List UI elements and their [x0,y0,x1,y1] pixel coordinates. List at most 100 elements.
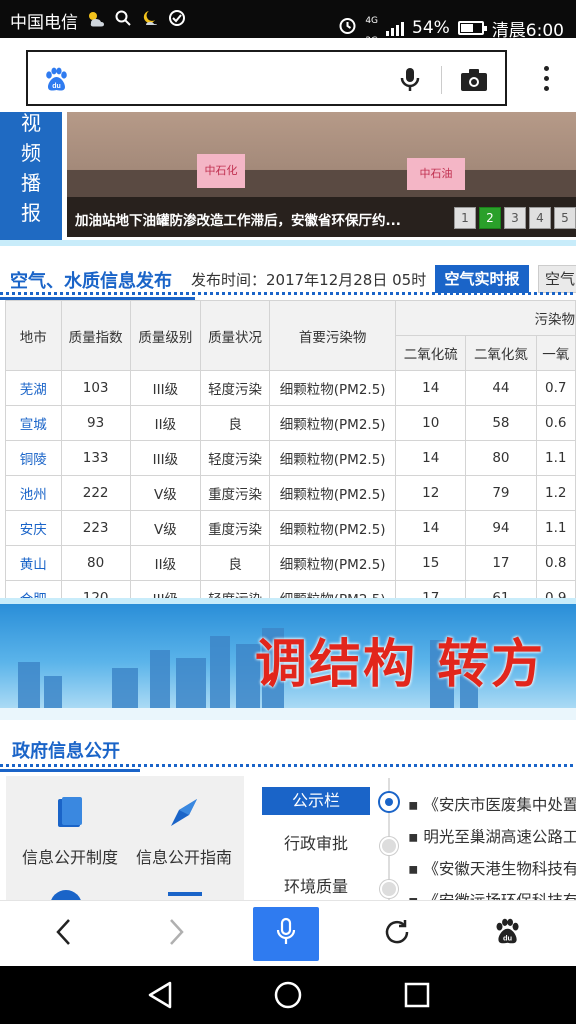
svg-text:du: du [52,83,61,90]
pollutant-cell: 细颗粒物(PM2.5) [269,545,397,581]
info-guide-link[interactable]: 信息公开指南 [132,796,236,868]
back-button[interactable] [28,901,98,967]
status-cell: 良 [199,545,271,581]
video-thumbnail[interactable]: 中石化 中石油 加油站地下油罐防渗改造工作滞后，安徽省环保厅约... 1 2 3… [67,112,576,237]
banner-bottom-band [0,708,576,720]
refresh-icon [382,917,412,951]
voice-search-icon[interactable] [399,66,421,98]
co-cell: 1.1 [535,510,576,546]
publish-time: 发布时间：2017年12月28日 05时 [191,271,427,289]
city-link[interactable]: 铜陵 [5,440,62,476]
co-cell: 0.6 [535,405,576,441]
tab-env-quality[interactable]: 环境质量 [262,873,370,901]
no2-cell: 44 [465,370,537,406]
alarm-icon [338,16,357,40]
header-so2: 二氧化硫 [395,335,467,371]
aqi-cell: 93 [60,405,131,441]
air-tab-button[interactable]: 空气 [538,265,576,293]
header-aqi: 质量指数 [60,300,131,371]
status-cell: 轻度污染 [199,440,271,476]
system-nav-bar [0,966,576,1024]
search-input[interactable]: du [26,50,507,106]
nav-back-icon[interactable] [146,980,174,1014]
no2-cell: 58 [465,405,537,441]
compass-icon [132,796,236,834]
aqi-cell: 133 [60,440,131,476]
no2-cell: 94 [465,510,537,546]
nav-recents-icon[interactable] [403,980,431,1014]
camera-search-icon[interactable] [460,68,488,96]
status-cell: 重度污染 [199,475,271,511]
carousel-pager: 1 2 3 4 5 [454,207,576,229]
pager-button[interactable]: 4 [529,207,551,229]
header-city: 地市 [5,300,62,371]
air-quality-header: 空气、水质信息发布 发布时间：2017年12月28日 05时 空气实时报 空气 [0,255,576,295]
clock: 清晨6:00 [491,20,564,41]
city-link[interactable]: 宣城 [5,405,62,441]
nav-home-icon[interactable] [273,980,303,1014]
level-cell: III级 [129,440,201,476]
video-label-char: 频 [21,141,41,165]
voice-button[interactable] [253,907,319,961]
realtime-air-button[interactable]: 空气实时报 [435,265,529,293]
browser-search-area: du [0,38,576,112]
city-link[interactable]: 安庆 [5,510,62,546]
gov-item-label: 信息公开指南 [135,848,232,867]
co-cell: 0.8 [535,545,576,581]
city-link[interactable]: 黄山 [5,545,62,581]
pollutant-cell: 细颗粒物(PM2.5) [269,370,397,406]
level-cell: V级 [129,510,201,546]
promo-banner[interactable]: 调结构 转方 [0,604,576,720]
table-row: 安庆 223 V级 重度污染 细颗粒物(PM2.5) 14 94 1.1 [5,510,576,546]
tab-admin-approval[interactable]: 行政审批 [262,830,370,858]
header-no2: 二氧化氮 [465,335,537,371]
pager-button[interactable]: 5 [554,207,576,229]
news-item[interactable]: ▪ 《安庆市医废集中处置 [408,793,576,815]
thumbnail-nameplate: 中石化 [197,154,245,188]
pager-button-active[interactable]: 2 [479,207,501,229]
search-divider [441,66,442,94]
header-pollutant: 首要污染物 [269,300,397,371]
so2-cell: 15 [395,545,467,581]
info-policy-link[interactable]: 信息公开制度 [18,796,122,868]
pollutant-cell: 细颗粒物(PM2.5) [269,475,397,511]
refresh-button[interactable] [362,901,432,967]
video-banner: 视 频 播 报 中石化 中石油 加油站地下油罐防渗改造工作滞后，安徽省环保厅约.… [0,111,576,242]
no2-cell: 80 [465,440,537,476]
status-bar: 中国电信 4G 2G 54% 清晨6: [0,0,576,46]
so2-cell: 14 [395,370,467,406]
tab-bulletin[interactable]: 公示栏 [262,787,370,815]
title-underline-dots [0,292,576,295]
video-label-char: 播 [21,171,41,195]
thumbnail-nameplate: 中石油 [407,158,465,190]
svg-text:du: du [503,934,513,943]
pager-button[interactable]: 1 [454,207,476,229]
title-underline [0,769,140,772]
network-type-top: 4G [365,16,379,26]
gov-item-label: 信息公开制度 [21,848,118,867]
city-link[interactable]: 池州 [5,475,62,511]
baidu-paw-icon: du [42,66,70,98]
pager-button[interactable]: 3 [504,207,526,229]
header-level: 质量级别 [129,300,201,371]
video-label-char: 报 [21,201,41,225]
news-item[interactable]: ▪ 明光至巢湖高速公路工 [408,825,576,847]
city-link[interactable]: 芜湖 [5,370,62,406]
moon-weather-icon [140,9,160,32]
title-underline-dots [0,764,576,767]
level-cell: V级 [129,475,201,511]
pollutant-cell: 细颗粒物(PM2.5) [269,510,397,546]
screen: 中国电信 4G 2G 54% 清晨6: [0,0,576,1024]
timeline-dot [380,837,398,855]
more-menu-icon[interactable] [544,66,550,96]
news-item[interactable]: ▪ 《安徽天港生物科技有 [408,857,576,879]
forward-button[interactable] [142,901,212,967]
video-report-label[interactable]: 视 频 播 报 [0,111,62,240]
home-button[interactable]: du [472,901,542,967]
aqi-cell: 103 [60,370,131,406]
air-quality-table: 地市 质量指数 质量级别 质量状况 首要污染物 污染物 二氧化硫 二氧化氮 一氧… [5,300,576,616]
pollutant-cell: 细颗粒物(PM2.5) [269,405,397,441]
timeline-dot [380,880,398,898]
table-row: 宣城 93 II级 良 细颗粒物(PM2.5) 10 58 0.6 [5,405,576,441]
co-cell: 1.2 [535,475,576,511]
